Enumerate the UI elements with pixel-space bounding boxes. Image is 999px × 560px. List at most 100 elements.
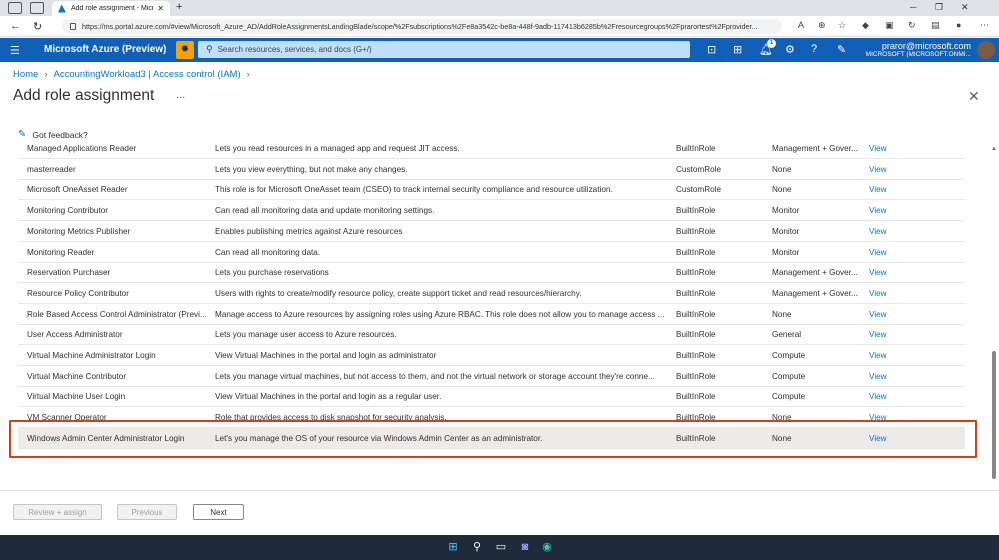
- hamburger-menu-icon[interactable]: ☰: [10, 44, 20, 57]
- edge-browser-icon[interactable]: ◉: [540, 540, 554, 554]
- table-row[interactable]: Virtual Machine User Login View Virtual M…: [18, 386, 965, 408]
- account-menu[interactable]: praror@microsoft.com MICROSOFT (MICROSOF…: [866, 41, 971, 58]
- directory-filter-icon[interactable]: ⊞: [733, 43, 742, 56]
- more-options-button[interactable]: ...: [176, 89, 185, 101]
- table-row[interactable]: Role Based Access Control Administrator …: [18, 304, 965, 325]
- feedback-header-icon[interactable]: ✎: [837, 43, 846, 56]
- avatar[interactable]: [977, 41, 995, 59]
- role-type: BuiltInRole: [676, 247, 716, 257]
- role-type: CustomRole: [676, 164, 722, 174]
- table-row[interactable]: User Access Administrator Lets you manage…: [18, 324, 965, 346]
- table-row[interactable]: Virtual Machine Administrator Login View …: [18, 345, 965, 366]
- next-button[interactable]: Next: [193, 504, 244, 520]
- feedback-label: Got feedback?: [32, 129, 88, 140]
- search-icon: ⚲: [206, 44, 213, 54]
- role-category: Compute: [772, 392, 806, 402]
- view-details-link[interactable]: View: [869, 351, 887, 360]
- url-field[interactable]: https://ms.portal.azure.com/#view/Micros…: [62, 19, 782, 34]
- role-name: Role Based Access Control Administrator …: [27, 309, 207, 319]
- view-details-link[interactable]: View: [869, 206, 887, 215]
- breadcrumb-home[interactable]: Home: [13, 69, 38, 80]
- back-icon[interactable]: ←: [10, 20, 21, 32]
- table-row[interactable]: masterreader Lets you view everything, bu…: [18, 159, 965, 180]
- maximize-icon[interactable]: ❐: [935, 2, 943, 13]
- view-details-link[interactable]: View: [869, 372, 887, 381]
- profile-icon[interactable]: ●: [956, 20, 961, 30]
- table-scrollbar[interactable]: ▲: [991, 146, 998, 482]
- view-details-link[interactable]: View: [869, 144, 887, 153]
- role-description: Lets you purchase reservations: [215, 268, 329, 278]
- collections-icon[interactable]: ▤: [931, 20, 940, 31]
- role-name: Reservation Purchaser: [27, 268, 111, 278]
- view-details-link[interactable]: View: [869, 227, 887, 236]
- windows-start-icon[interactable]: ⊞: [446, 540, 460, 554]
- address-bar-row: ← ↻ https://ms.portal.azure.com/#view/Mi…: [0, 16, 999, 37]
- close-tab-icon[interactable]: ✕: [157, 4, 164, 13]
- global-search-input[interactable]: ⚲ Search resources, services, and docs (…: [198, 41, 690, 58]
- window-menu-icon[interactable]: [8, 2, 22, 14]
- view-details-link[interactable]: View: [869, 165, 887, 174]
- browser-tab-active[interactable]: Add role assignment - Microsoft ✕: [52, 1, 170, 16]
- view-details-link[interactable]: View: [869, 392, 887, 401]
- role-description: Lets you manage virtual machines, but no…: [215, 371, 655, 381]
- feedback-link[interactable]: ✎ Got feedback?: [18, 129, 88, 140]
- table-row[interactable]: Managed Applications Reader Lets you read…: [18, 141, 965, 159]
- table-row[interactable]: Monitoring Reader Can read all monitoring…: [18, 242, 965, 263]
- role-category: Management + Gover...: [772, 268, 858, 278]
- role-name: Monitoring Reader: [27, 247, 95, 257]
- azure-header: ☰ Microsoft Azure (Preview) ✹ ⚲ Search r…: [0, 38, 999, 62]
- shield-icon[interactable]: ◆: [862, 20, 869, 31]
- table-row[interactable]: Monitoring Metrics Publisher Enables publ…: [18, 221, 965, 242]
- table-row[interactable]: Monitoring Contributor Can read all monit…: [18, 200, 965, 222]
- chevron-right-icon: ›: [246, 69, 250, 80]
- role-description: Can read all monitoring data and update …: [215, 206, 435, 216]
- view-details-link[interactable]: View: [869, 310, 887, 319]
- view-details-link[interactable]: View: [869, 289, 887, 298]
- blade-footer: Review + assign Previous Next: [0, 490, 999, 534]
- refresh-browser-icon[interactable]: ↻: [908, 20, 916, 31]
- role-name: Monitoring Contributor: [27, 206, 109, 216]
- refresh-icon[interactable]: ↻: [33, 20, 42, 33]
- tab-title: Add role assignment - Microsoft: [71, 5, 154, 12]
- close-blade-button[interactable]: ✕: [968, 88, 980, 105]
- new-tab-icon[interactable]: +: [176, 1, 182, 13]
- role-name: Virtual Machine Contributor: [27, 371, 127, 381]
- role-type: BuiltInRole: [676, 288, 716, 298]
- view-details-link[interactable]: View: [869, 248, 887, 257]
- read-aloud-icon[interactable]: A: [798, 20, 804, 30]
- role-name: User Access Administrator: [27, 330, 123, 340]
- view-details-link[interactable]: View: [869, 268, 887, 277]
- breadcrumb-iam[interactable]: AccountingWorkload3 | Access control (IA…: [54, 69, 241, 80]
- teams-icon[interactable]: ◙: [518, 540, 532, 554]
- scrollbar-thumb[interactable]: [992, 351, 996, 479]
- role-category: Monitor: [772, 206, 800, 216]
- table-row[interactable]: Reservation Purchaser Lets you purchase r…: [18, 262, 965, 284]
- review-assign-button[interactable]: Review + assign: [13, 504, 102, 520]
- tab-actions-icon[interactable]: [30, 2, 44, 14]
- role-category: Management + Gover...: [772, 288, 858, 298]
- scroll-up-icon[interactable]: ▲: [991, 146, 997, 152]
- preview-bug-icon[interactable]: ✹: [176, 41, 194, 59]
- help-icon[interactable]: ?: [811, 43, 817, 55]
- role-category: Monitor: [772, 226, 800, 236]
- role-category: General: [772, 330, 802, 340]
- table-row[interactable]: Resource Policy Contributor Users with ri…: [18, 283, 965, 304]
- role-name: Virtual Machine User Login: [27, 392, 126, 402]
- portal-brand[interactable]: Microsoft Azure (Preview): [44, 44, 166, 55]
- view-details-link[interactable]: View: [869, 330, 887, 339]
- favorite-icon[interactable]: ☆: [838, 20, 846, 31]
- zoom-icon[interactable]: ⊕: [818, 20, 826, 31]
- view-details-link[interactable]: View: [869, 185, 887, 194]
- minimize-icon[interactable]: ─: [910, 2, 916, 12]
- cloud-shell-icon[interactable]: ⊡: [707, 43, 716, 56]
- previous-button[interactable]: Previous: [117, 504, 177, 520]
- table-row[interactable]: Microsoft OneAsset Reader This role is fo…: [18, 179, 965, 201]
- page-title: Add role assignment: [13, 87, 155, 104]
- table-row[interactable]: Virtual Machine Contributor Lets you mana…: [18, 366, 965, 387]
- settings-gear-icon[interactable]: ⚙: [785, 43, 795, 56]
- extensions-icon[interactable]: ▣: [885, 20, 894, 31]
- taskbar-search-icon[interactable]: ⚲: [470, 540, 484, 554]
- close-window-icon[interactable]: ✕: [961, 2, 969, 13]
- more-menu-icon[interactable]: ⋯: [980, 20, 989, 31]
- file-explorer-icon[interactable]: ▭: [494, 540, 508, 554]
